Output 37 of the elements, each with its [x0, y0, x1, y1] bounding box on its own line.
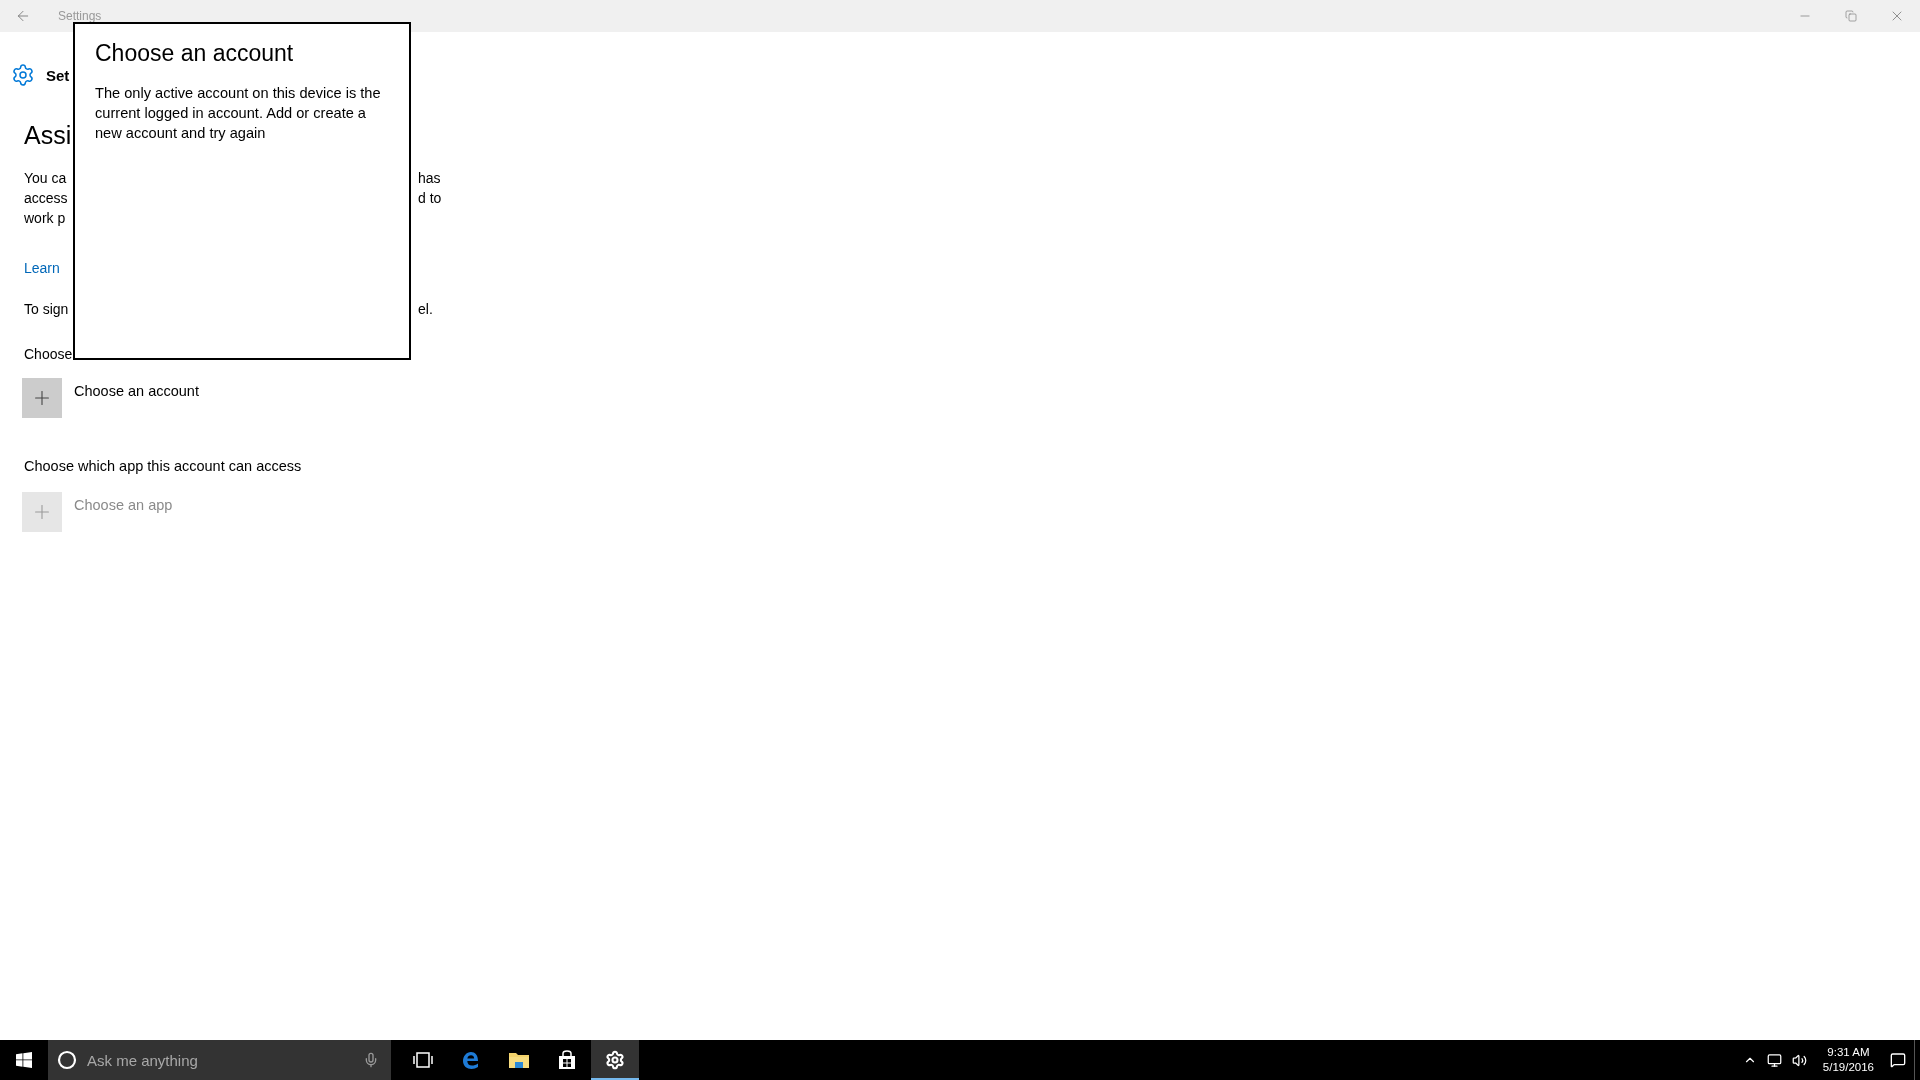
network-icon	[1766, 1052, 1782, 1068]
section-label: Choose which app this account can access	[24, 458, 303, 474]
taskbar-app-button[interactable]	[591, 1040, 639, 1080]
notifications-icon	[1890, 1052, 1906, 1068]
dialog-message: The only active account on this device is the current logged in account. Add or create a new account and try again	[95, 84, 382, 143]
search-field[interactable]: Ask me anything	[85, 1050, 355, 1070]
description-text: You ca	[24, 170, 68, 186]
circle-icon	[57, 1050, 77, 1070]
picker-label: Choose an app	[74, 497, 173, 513]
settings-icon	[11, 63, 35, 87]
learn-more-link[interactable]: Learn	[24, 260, 60, 276]
network-button[interactable]	[1766, 1052, 1782, 1068]
volume-button[interactable]	[1791, 1052, 1807, 1068]
picker-label: Choose an account	[74, 383, 199, 399]
page-heading: Assi	[24, 120, 73, 150]
back-arrow-icon	[15, 8, 31, 24]
notifications-button[interactable]	[1890, 1052, 1906, 1068]
folder-icon	[508, 1051, 530, 1069]
search-box[interactable]: Ask me anything	[48, 1040, 391, 1080]
sign-in-text: To sign	[24, 301, 70, 317]
dialog-title: Choose an account	[95, 40, 295, 67]
description-text: d to	[418, 190, 442, 206]
microphone-icon[interactable]	[363, 1052, 379, 1068]
restore-icon	[1845, 10, 1857, 22]
store-bag-icon	[557, 1050, 577, 1070]
windows-logo-icon	[16, 1052, 32, 1068]
description-text: work p	[24, 210, 67, 226]
section-label: Choose	[24, 346, 74, 362]
volume-icon	[1791, 1052, 1807, 1068]
header-title: Set	[46, 66, 70, 84]
clock[interactable]: 9:31 AM 5/19/2016	[1816, 1045, 1880, 1075]
sign-in-text: el.	[418, 301, 433, 317]
window-title: Settings	[58, 9, 102, 23]
description-text: has	[418, 170, 441, 186]
task-view-icon	[413, 1052, 433, 1068]
description-text: access	[24, 190, 69, 206]
gear-icon	[605, 1050, 625, 1070]
